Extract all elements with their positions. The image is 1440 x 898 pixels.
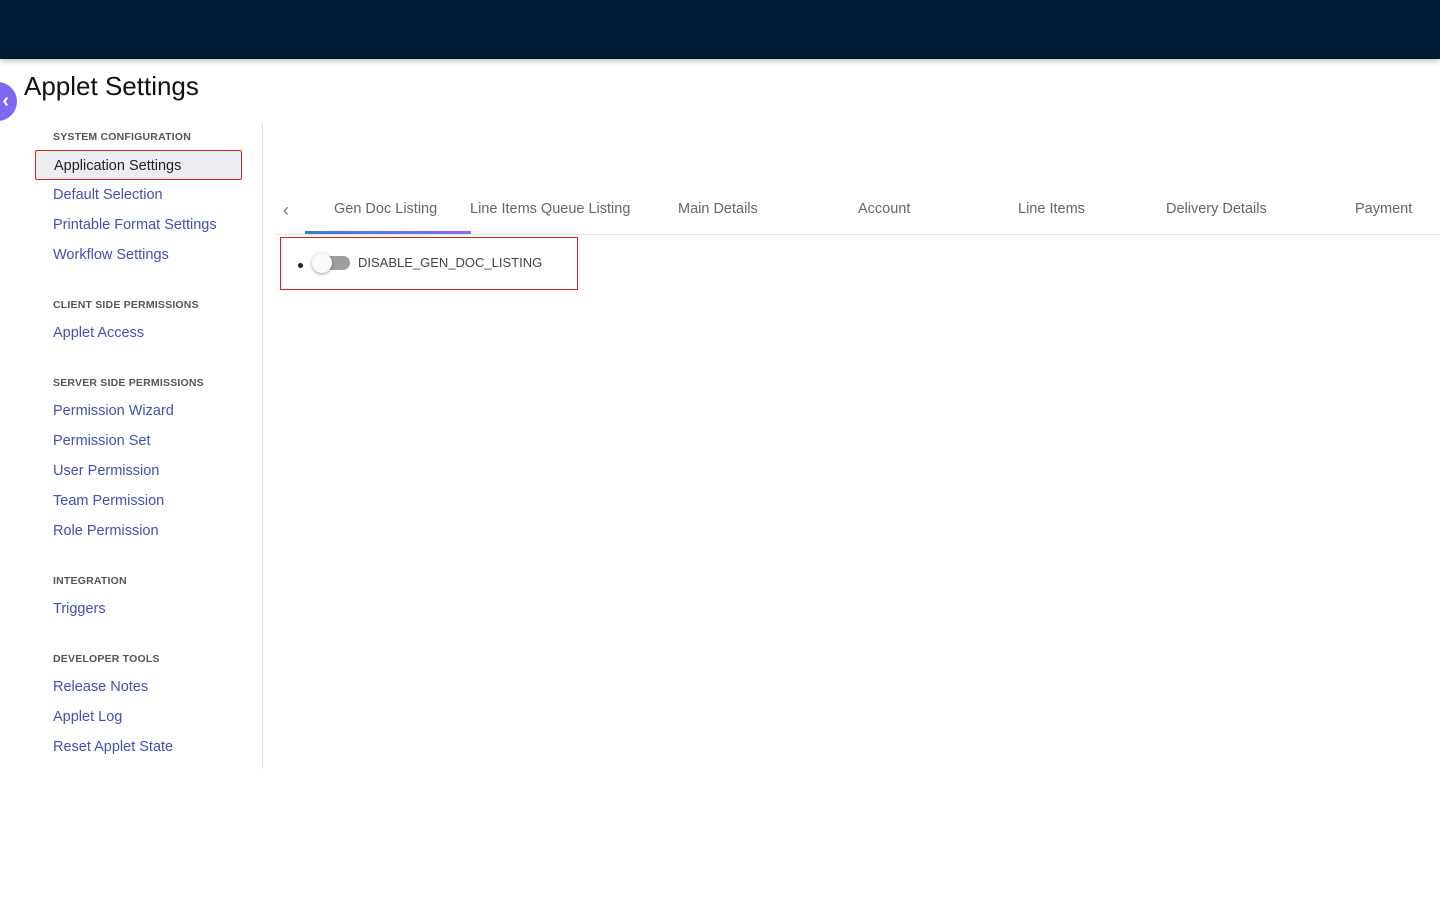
section-heading: SERVER SIDE PERMISSIONS <box>53 377 204 389</box>
tab-payment[interactable]: Payment <box>1355 201 1412 217</box>
sidebar-item-team-permission[interactable]: Team Permission <box>35 486 242 516</box>
section-heading: INTEGRATION <box>53 575 127 587</box>
settings-sidebar: SYSTEM CONFIGURATION Application Settings… <box>35 124 263 769</box>
collapse-sidebar-button[interactable]: ‹ <box>0 82 17 121</box>
disable-gen-doc-listing-toggle[interactable] <box>312 253 350 273</box>
setting-label: DISABLE_GEN_DOC_LISTING <box>358 255 543 270</box>
sidebar-item-role-permission[interactable]: Role Permission <box>35 516 242 546</box>
sidebar-item-permission-wizard[interactable]: Permission Wizard <box>35 396 242 426</box>
page-title: Applet Settings <box>24 71 199 101</box>
divider <box>35 270 262 292</box>
tab-scroll-left-icon[interactable]: ‹ <box>283 200 289 221</box>
tab-account[interactable]: Account <box>858 201 910 217</box>
sidebar-item-application-settings[interactable]: Application Settings <box>35 150 242 180</box>
sidebar-item-printable-format-settings[interactable]: Printable Format Settings <box>35 210 242 240</box>
tab-gen-doc-listing[interactable]: Gen Doc Listing <box>334 201 437 217</box>
setting-item: DISABLE_GEN_DOC_LISTING <box>280 237 578 290</box>
sidebar-item-applet-log[interactable]: Applet Log <box>35 702 242 732</box>
sidebar-item-release-notes[interactable]: Release Notes <box>35 672 242 702</box>
chevron-left-icon: ‹ <box>2 90 9 112</box>
sidebar-item-workflow-settings[interactable]: Workflow Settings <box>35 240 242 270</box>
sidebar-item-permission-set[interactable]: Permission Set <box>35 426 242 456</box>
sidebar-item-reset-applet-state[interactable]: Reset Applet State <box>35 732 242 762</box>
divider <box>35 546 262 568</box>
sidebar-item-user-permission[interactable]: User Permission <box>35 456 242 486</box>
tab-main-details[interactable]: Main Details <box>678 201 758 217</box>
tab-line-items-queue-listing[interactable]: Line Items Queue Listing <box>470 201 630 217</box>
top-navbar <box>0 0 1440 59</box>
toggle-knob <box>312 253 332 273</box>
section-heading: CLIENT SIDE PERMISSIONS <box>53 299 199 311</box>
active-tab-indicator <box>305 231 471 234</box>
divider <box>35 348 262 370</box>
tab-line-items[interactable]: Line Items <box>1018 201 1085 217</box>
tab-bar: ‹ Gen Doc Listing Line Items Queue Listi… <box>275 186 1440 235</box>
sidebar-item-triggers[interactable]: Triggers <box>35 594 242 624</box>
divider <box>35 624 262 646</box>
sidebar-item-default-selection[interactable]: Default Selection <box>35 180 242 210</box>
section-heading: DEVELOPER TOOLS <box>53 653 160 665</box>
sidebar-item-applet-access[interactable]: Applet Access <box>35 318 242 348</box>
bullet <box>298 263 303 268</box>
section-heading: SYSTEM CONFIGURATION <box>53 131 191 143</box>
tab-delivery-details[interactable]: Delivery Details <box>1166 201 1267 217</box>
